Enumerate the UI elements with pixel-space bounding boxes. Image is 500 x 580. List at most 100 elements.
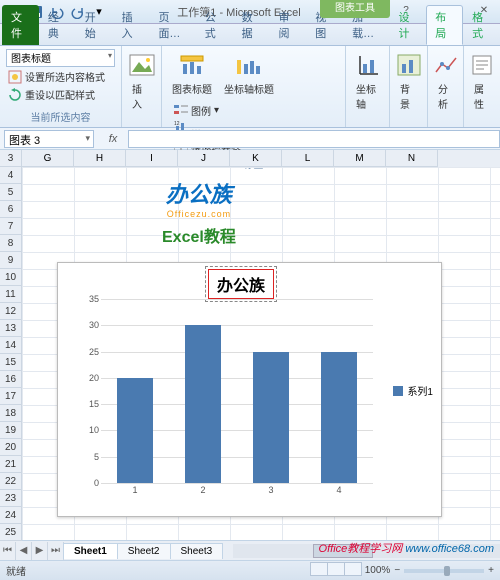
x-axis[interactable]: 1234 bbox=[101, 483, 373, 499]
row-header[interactable]: 13 bbox=[0, 320, 22, 337]
tab-file[interactable]: 文件 bbox=[2, 5, 39, 45]
y-tick: 35 bbox=[89, 294, 99, 304]
properties-button[interactable]: 属性 bbox=[470, 49, 494, 113]
legend-swatch-icon bbox=[393, 386, 403, 396]
zoom-level[interactable]: 100% bbox=[365, 565, 391, 576]
chart-bar[interactable] bbox=[253, 352, 289, 483]
tab-chart-layout[interactable]: 布局 bbox=[426, 5, 463, 45]
column-header[interactable]: K bbox=[230, 150, 282, 167]
column-header[interactable]: L bbox=[282, 150, 334, 167]
y-tick: 5 bbox=[94, 452, 99, 462]
column-header[interactable]: G bbox=[22, 150, 74, 167]
zoom-out-icon[interactable]: − bbox=[394, 565, 400, 576]
row-header[interactable]: 7 bbox=[0, 218, 22, 235]
legend-icon bbox=[174, 104, 188, 118]
y-tick: 15 bbox=[89, 399, 99, 409]
chart-legend[interactable]: 系列1 bbox=[393, 383, 433, 398]
chart-title-textbox[interactable]: 办公族 bbox=[208, 269, 274, 299]
axes-icon bbox=[354, 51, 382, 79]
format-selection-button[interactable]: 设置所选内容格式 bbox=[6, 68, 115, 85]
x-tick: 4 bbox=[336, 485, 341, 495]
chart-bar[interactable] bbox=[185, 325, 221, 483]
column-header[interactable]: J bbox=[178, 150, 230, 167]
logo-line2: Officezu.com bbox=[162, 209, 236, 219]
fx-icon[interactable]: fx bbox=[98, 133, 128, 145]
row-header[interactable]: 15 bbox=[0, 354, 22, 371]
sheet-nav-first-icon[interactable]: ⏮ bbox=[0, 542, 16, 560]
reset-icon bbox=[8, 88, 22, 102]
plot-area[interactable]: 05101520253035 1234 bbox=[83, 299, 373, 499]
row-header[interactable]: 20 bbox=[0, 439, 22, 456]
sheet-tab-3[interactable]: Sheet3 bbox=[170, 543, 224, 559]
row-header[interactable]: 19 bbox=[0, 422, 22, 439]
row-header[interactable]: 5 bbox=[0, 184, 22, 201]
tab-data[interactable]: 数据 bbox=[233, 5, 270, 45]
sheet-nav-prev-icon[interactable]: ◀ bbox=[16, 542, 32, 560]
tab-chart-format[interactable]: 格式 bbox=[463, 5, 500, 45]
row-header[interactable]: 11 bbox=[0, 286, 22, 303]
tab-classic[interactable]: 经典 bbox=[39, 5, 76, 45]
tab-home[interactable]: 开始 bbox=[76, 5, 113, 45]
row-header[interactable]: 8 bbox=[0, 235, 22, 252]
format-icon bbox=[8, 70, 22, 84]
formula-bar: 图表 3 fx bbox=[0, 128, 500, 150]
chart-element-selector[interactable]: 图表标题 bbox=[6, 49, 115, 67]
tab-chart-design[interactable]: 设计 bbox=[389, 5, 426, 45]
row-header[interactable]: 9 bbox=[0, 252, 22, 269]
row-header[interactable]: 3 bbox=[0, 150, 22, 167]
row-header[interactable]: 25 bbox=[0, 524, 22, 541]
y-tick: 25 bbox=[89, 347, 99, 357]
y-tick: 0 bbox=[94, 478, 99, 488]
y-tick: 10 bbox=[89, 425, 99, 435]
column-header[interactable]: M bbox=[334, 150, 386, 167]
row-header[interactable]: 4 bbox=[0, 167, 22, 184]
plot-area-button[interactable]: 背景 bbox=[396, 49, 421, 113]
embedded-chart[interactable]: 办公族 05101520253035 1234 系列1 bbox=[57, 262, 442, 517]
row-header[interactable]: 14 bbox=[0, 337, 22, 354]
chart-title-icon bbox=[178, 51, 206, 79]
reset-style-button[interactable]: 重设以匹配样式 bbox=[6, 86, 115, 103]
row-header[interactable]: 17 bbox=[0, 388, 22, 405]
name-box[interactable]: 图表 3 bbox=[4, 130, 94, 148]
chart-bar[interactable] bbox=[117, 378, 153, 483]
y-axis[interactable]: 05101520253035 bbox=[83, 299, 101, 483]
chart-bars[interactable] bbox=[101, 299, 373, 483]
column-header[interactable]: I bbox=[126, 150, 178, 167]
tab-page-layout[interactable]: 页面… bbox=[149, 5, 195, 45]
row-header[interactable]: 21 bbox=[0, 456, 22, 473]
insert-button[interactable]: 插入 bbox=[128, 49, 155, 113]
row-header[interactable]: 12 bbox=[0, 303, 22, 320]
row-header[interactable]: 10 bbox=[0, 269, 22, 286]
zoom-slider[interactable] bbox=[404, 569, 484, 573]
row-header[interactable]: 24 bbox=[0, 507, 22, 524]
sheet-nav-next-icon[interactable]: ▶ bbox=[32, 542, 48, 560]
legend-label: 系列1 bbox=[407, 383, 433, 398]
legend-button[interactable]: 图例 ▾ bbox=[172, 102, 251, 119]
chart-title-button[interactable]: 图表标题 bbox=[168, 49, 216, 98]
tab-review[interactable]: 审阅 bbox=[269, 5, 306, 45]
status-bar: 就绪 100% − + bbox=[0, 560, 500, 580]
row-header[interactable]: 18 bbox=[0, 405, 22, 422]
sheet-nav-last-icon[interactable]: ⏭ bbox=[48, 542, 64, 560]
axes-button[interactable]: 坐标轴 bbox=[352, 49, 383, 113]
group-current-selection: 当前所选内容 bbox=[6, 109, 115, 124]
row-header[interactable]: 6 bbox=[0, 201, 22, 218]
axis-title-button[interactable]: 坐标轴标题 bbox=[220, 49, 278, 98]
ribbon: 图表标题 设置所选内容格式 重设以匹配样式 当前所选内容 插入 图表标题 bbox=[0, 46, 500, 128]
x-tick: 3 bbox=[268, 485, 273, 495]
row-header[interactable]: 23 bbox=[0, 490, 22, 507]
chart-bar[interactable] bbox=[321, 352, 357, 483]
column-header[interactable]: H bbox=[74, 150, 126, 167]
row-header[interactable]: 16 bbox=[0, 371, 22, 388]
view-buttons[interactable] bbox=[310, 562, 361, 579]
column-header[interactable]: N bbox=[386, 150, 438, 167]
formula-input[interactable] bbox=[128, 130, 500, 148]
tab-formula[interactable]: 公式 bbox=[196, 5, 233, 45]
tab-insert[interactable]: 插入 bbox=[113, 5, 150, 45]
zoom-in-icon[interactable]: + bbox=[488, 565, 494, 576]
row-header[interactable]: 22 bbox=[0, 473, 22, 490]
status-ready: 就绪 bbox=[6, 563, 26, 578]
sheet-tab-1[interactable]: Sheet1 bbox=[63, 543, 118, 559]
sheet-tab-2[interactable]: Sheet2 bbox=[117, 543, 171, 559]
analysis-button[interactable]: 分析 bbox=[434, 49, 457, 113]
